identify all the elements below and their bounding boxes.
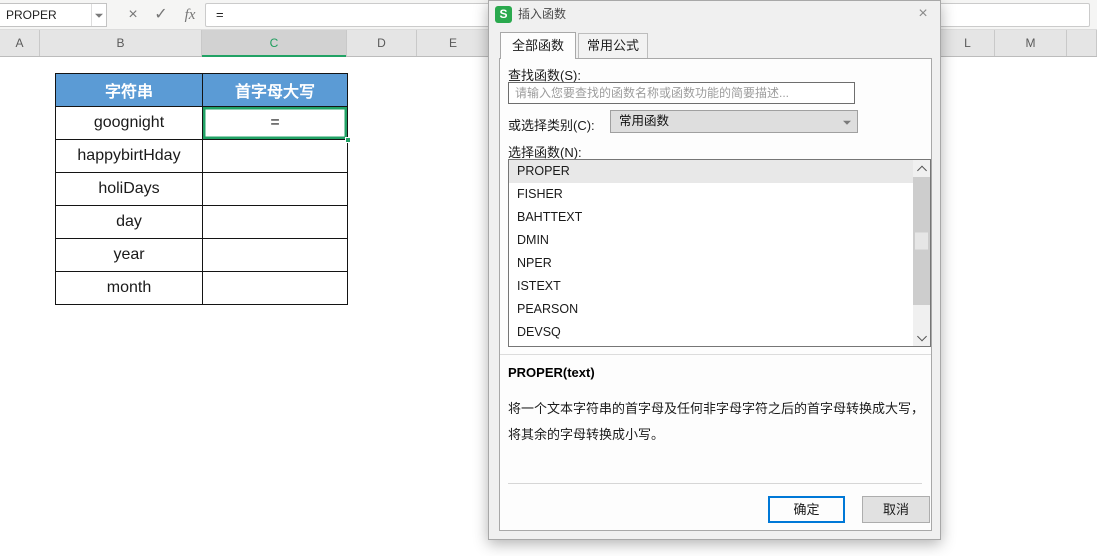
fx-insert-function-icon[interactable]: fx [178,0,202,30]
table-cell[interactable] [202,205,348,239]
table-row: month [55,271,348,305]
function-list-item[interactable]: DMIN [509,229,913,252]
category-dropdown-value: 常用函数 [619,114,670,128]
table-cell[interactable] [202,172,348,206]
function-list-item[interactable]: FISHER [509,183,913,206]
scrollbar-thumb[interactable] [913,177,930,305]
column-header-B[interactable]: B [40,30,202,56]
table-cell[interactable]: month [55,271,203,305]
table-cell[interactable]: happybirtHday [55,139,203,173]
dialog-title: 插入函数 [518,7,567,21]
table-header-row: 字符串 首字母大写 [55,73,348,107]
wps-logo-icon: S [495,6,512,23]
ok-button[interactable]: 确定 [768,496,845,523]
function-signature: PROPER(text) [508,365,595,380]
chevron-down-icon [95,13,103,18]
scrollbar-down-button[interactable] [913,329,930,346]
table-cell[interactable]: holiDays [55,172,203,206]
table-cell[interactable]: day [55,205,203,239]
chevron-up-icon [916,165,927,175]
close-icon[interactable]: × [914,4,932,24]
search-function-input[interactable] [508,82,855,104]
fill-handle[interactable] [345,137,351,143]
table-header-cell[interactable]: 首字母大写 [202,73,348,107]
divider [508,483,922,484]
name-box[interactable]: PROPER [0,3,107,27]
table-row: year [55,238,348,272]
column-header-A[interactable]: A [0,30,40,56]
column-header-C[interactable]: C [202,30,347,57]
table-header-cell[interactable]: 字符串 [55,73,203,107]
column-header-D[interactable]: D [347,30,417,56]
divider [500,354,931,355]
function-description: 将一个文本字符串的首字母及任何非字母字符之后的首字母转换成大写，将其余的字母转换… [508,401,925,442]
cancel-button[interactable]: 取消 [862,496,930,523]
table-cell[interactable] [202,139,348,173]
chevron-down-icon [916,331,927,341]
function-listbox: PROPER FISHER BAHTTEXT DMIN NPER ISTEXT PEARSO… [508,159,931,347]
app-window: PROPER × ✓ fx = ABCDE LM 字符串 首字母大写 goognigh… [0,0,1097,556]
column-header-M[interactable]: M [995,30,1067,56]
dialog-panel: 查找函数(S): 或选择类别(C): 常用函数 选择函数(N): PROPERF… [499,58,932,531]
table-cell[interactable] [202,271,348,305]
function-list-item[interactable]: BAHTTEXT [509,206,913,229]
data-table: 字符串 首字母大写 goognight = happybirtHday holiDays d… [55,73,351,305]
confirm-icon[interactable]: ✓ [150,0,172,30]
column-header-L[interactable]: L [941,30,995,56]
scrollbar[interactable] [913,160,930,346]
function-list-item[interactable]: DEVSQ [509,321,913,344]
tab-all-functions[interactable]: 全部函数 [500,32,576,59]
dialog-titlebar[interactable]: S 插入函数 × [489,1,940,28]
name-box-dropdown[interactable] [91,4,106,26]
insert-function-dialog: S 插入函数 × 全部函数 常用公式 查找函数(S): 或选择类别(C): 常用… [488,0,941,540]
table-row: goognight = [55,106,351,143]
table-cell[interactable]: goognight [55,106,203,140]
scrollbar-up-button[interactable] [913,160,930,177]
table-row: holiDays [55,172,348,206]
table-cell[interactable]: year [55,238,203,272]
category-dropdown[interactable]: 常用函数 [610,110,858,133]
function-list-item[interactable]: ISTEXT [509,275,913,298]
scrollbar-gripper [915,232,928,250]
name-box-value: PROPER [6,8,57,22]
function-list-item[interactable]: PROPER [509,160,913,183]
function-list-item[interactable]: NPER [509,252,913,275]
table-cell[interactable]: = [202,106,351,143]
column-header-E[interactable]: E [417,30,490,56]
table-row: day [55,205,348,239]
chevron-down-icon [839,111,855,132]
cancel-icon[interactable]: × [122,0,144,30]
function-list-item[interactable]: PEARSON [509,298,913,321]
table-row: happybirtHday [55,139,348,173]
tab-common-formulas[interactable]: 常用公式 [578,33,648,58]
category-label: 或选择类别(C): [508,118,595,133]
column-header-blank[interactable] [1067,30,1097,56]
function-list: PROPER FISHER BAHTTEXT DMIN NPER ISTEXT PEARSO… [509,160,930,344]
table-cell[interactable] [202,238,348,272]
